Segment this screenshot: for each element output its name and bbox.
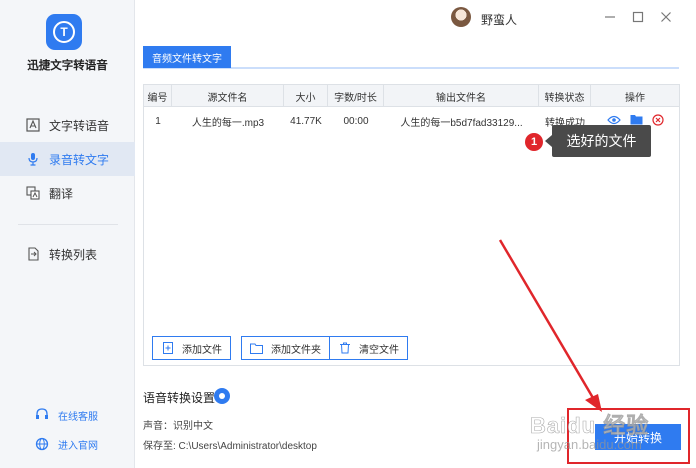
column-header: 字数/时长 [328, 85, 384, 107]
annotation-tooltip: 选好的文件 [545, 125, 651, 157]
row-index: 1 [155, 115, 161, 127]
sidebar-item-speech-to-text[interactable]: 录音转文字 [0, 142, 135, 176]
app-name: 迅捷文字转语音 [27, 60, 108, 72]
annotation-number-badge: 1 [525, 133, 543, 151]
app-logo: T [46, 14, 82, 50]
watermark: Baidu 经验 [530, 413, 650, 439]
sidebar: T 迅捷文字转语音 文字转语音 录音转文字 翻译 转换列表 在线客服 进入官网 [0, 0, 135, 468]
save-path: 保存至: C:\Users\Administrator\desktop [143, 441, 317, 452]
button-label: 添加文件夹 [271, 344, 321, 356]
globe-icon [34, 436, 50, 452]
output-filename: 人生的每一b5d7fad33129... [400, 117, 523, 129]
column-header: 大小 [284, 85, 328, 107]
table-header: 编号 源文件名 大小 字数/时长 输出文件名 转换状态 操作 [144, 85, 679, 107]
settings-title: 语音转换设置 [143, 391, 216, 405]
sidebar-item-label: 录音转文字 [49, 152, 110, 167]
column-header: 编号 [144, 85, 172, 107]
avatar[interactable] [451, 7, 471, 27]
sidebar-item-convert-list[interactable]: 转换列表 [0, 237, 135, 271]
settings-gear-icon[interactable] [214, 388, 230, 404]
maximize-icon[interactable] [631, 10, 645, 24]
tab-audio-to-text[interactable]: 音频文件转文字 [143, 46, 231, 68]
sidebar-item-label: 文字转语音 [49, 118, 110, 133]
duration: 00:00 [343, 115, 369, 127]
logo-icon: T [53, 21, 75, 43]
headset-icon [34, 407, 50, 423]
trash-icon [338, 342, 351, 355]
online-support-link[interactable]: 在线客服 [0, 405, 135, 425]
microphone-icon [24, 150, 42, 168]
sidebar-divider [18, 224, 118, 225]
source-filename: 人生的每一.mp3 [191, 117, 265, 129]
clear-files-button[interactable]: 清空文件 [329, 336, 408, 360]
official-site-link[interactable]: 进入官网 [0, 434, 135, 454]
voice-setting: 声音：识别中文 [143, 421, 213, 432]
text-to-speech-icon [24, 116, 42, 134]
column-header: 转换状态 [539, 85, 591, 107]
column-header: 源文件名 [172, 85, 284, 107]
translate-icon [24, 184, 42, 202]
sidebar-item-text-to-speech[interactable]: 文字转语音 [0, 108, 135, 142]
column-header: 操作 [625, 92, 645, 104]
minimize-icon[interactable] [603, 10, 617, 24]
footer-link-label: 进入官网 [58, 440, 98, 452]
username[interactable]: 野蛮人 [481, 11, 517, 28]
sidebar-item-translate[interactable]: 翻译 [0, 176, 135, 210]
file-size: 41.77K [290, 115, 322, 127]
button-label: 清空文件 [359, 344, 399, 356]
close-icon[interactable] [659, 10, 673, 24]
watermark-url: jingyan.baidu.com [537, 437, 642, 452]
sidebar-item-label: 翻译 [49, 186, 74, 201]
button-label: 添加文件 [182, 344, 222, 356]
tab-underline [143, 67, 679, 69]
footer-link-label: 在线客服 [58, 411, 98, 423]
delete-icon[interactable] [651, 113, 664, 129]
column-header: 输出文件名 [384, 85, 539, 107]
add-folder-icon [250, 342, 263, 355]
convert-list-icon [24, 245, 42, 263]
add-folder-button[interactable]: 添加文件夹 [241, 336, 330, 360]
add-file-icon [161, 342, 174, 355]
sidebar-item-label: 转换列表 [49, 247, 98, 262]
add-file-button[interactable]: 添加文件 [152, 336, 231, 360]
